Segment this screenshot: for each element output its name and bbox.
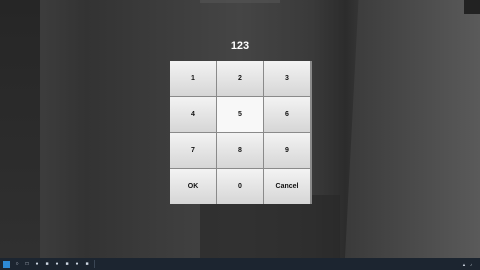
taskbar: ○ □ ● ■ ● ■ ● ■ ▲ ♪ xyxy=(0,258,480,270)
ok-button[interactable]: OK xyxy=(170,169,216,204)
wall-highlight xyxy=(345,0,480,258)
key-7[interactable]: 7 xyxy=(170,133,216,168)
system-tray: ▲ ♪ xyxy=(462,258,476,270)
key-4[interactable]: 4 xyxy=(170,97,216,132)
key-8[interactable]: 8 xyxy=(217,133,263,168)
game-viewport: 123 1 2 3 4 5 6 7 8 9 OK 0 Cancel xyxy=(0,0,480,258)
corner-overlay xyxy=(464,0,480,14)
network-icon[interactable]: ▲ xyxy=(462,262,466,267)
keypad-display: 123 xyxy=(230,40,250,52)
search-icon[interactable]: ○ xyxy=(14,261,20,267)
app-icon[interactable]: ● xyxy=(34,261,40,267)
key-9[interactable]: 9 xyxy=(264,133,310,168)
task-view-icon[interactable]: □ xyxy=(24,261,30,267)
key-1[interactable]: 1 xyxy=(170,61,216,96)
key-5[interactable]: 5 xyxy=(217,97,263,132)
key-2[interactable]: 2 xyxy=(217,61,263,96)
app-icon[interactable]: ■ xyxy=(64,261,70,267)
key-0[interactable]: 0 xyxy=(217,169,263,204)
taskbar-divider xyxy=(94,260,95,268)
wall-shadow xyxy=(0,0,40,258)
volume-icon[interactable]: ♪ xyxy=(470,262,472,267)
app-icon[interactable]: ● xyxy=(54,261,60,267)
windows-icon[interactable] xyxy=(3,260,10,268)
app-icon[interactable]: ■ xyxy=(84,261,90,267)
key-3[interactable]: 3 xyxy=(264,61,310,96)
cancel-button[interactable]: Cancel xyxy=(264,169,310,204)
app-icon[interactable]: ● xyxy=(74,261,80,267)
floor-shadow xyxy=(200,195,340,258)
app-icon[interactable]: ■ xyxy=(44,261,50,267)
keypad-grid: 1 2 3 4 5 6 7 8 9 OK 0 Cancel xyxy=(170,61,312,204)
key-6[interactable]: 6 xyxy=(264,97,310,132)
window-title-bar xyxy=(200,0,280,3)
